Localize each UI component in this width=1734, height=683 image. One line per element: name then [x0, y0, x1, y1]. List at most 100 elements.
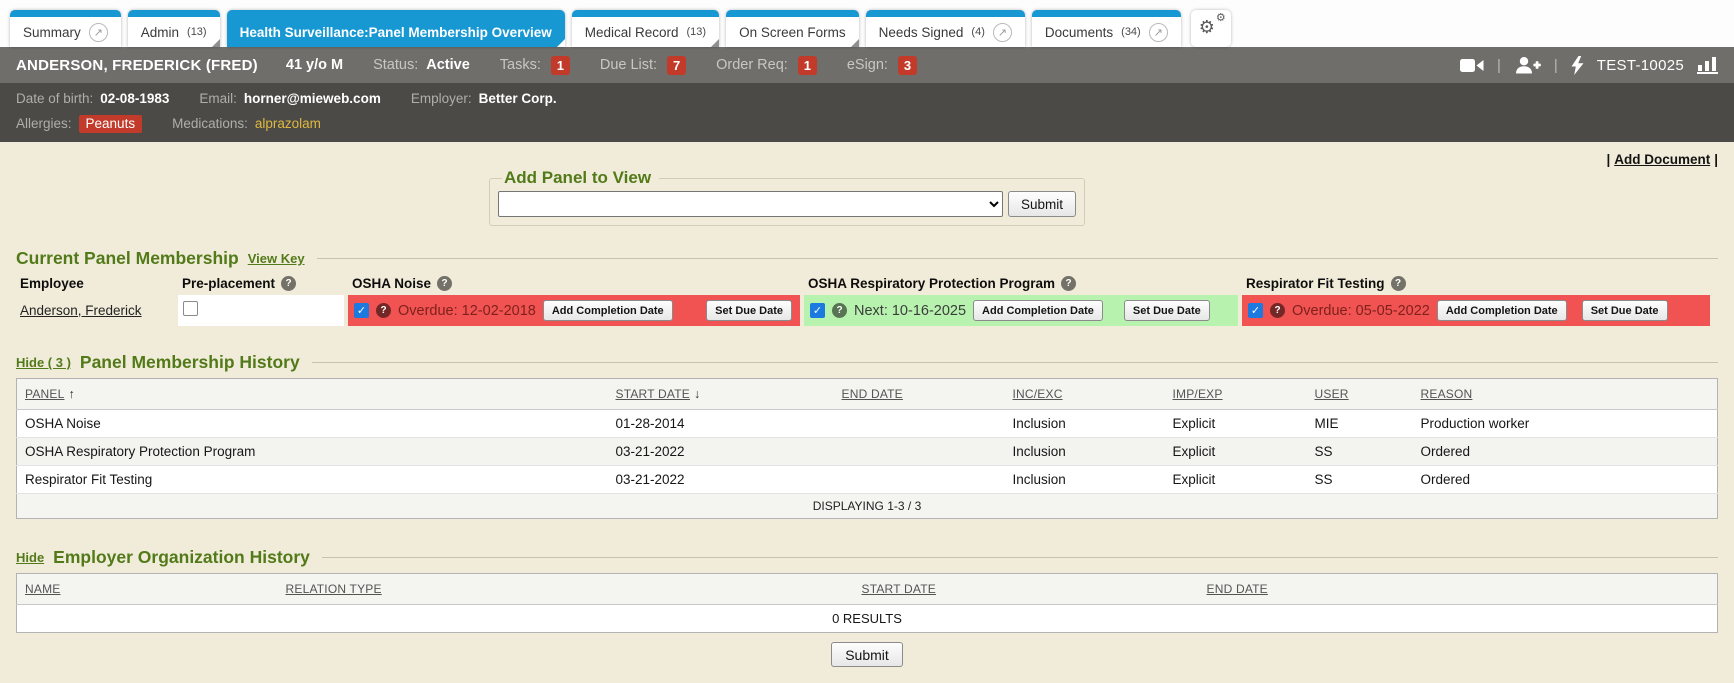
cell-end-date	[834, 466, 1005, 494]
esign-label: eSign:	[847, 57, 888, 73]
tab-admin[interactable]: Admin (13)	[128, 10, 220, 47]
lightning-bolt-icon[interactable]	[1571, 56, 1584, 75]
sort-end-date-link[interactable]: END DATE	[842, 387, 903, 401]
settings-gears-button[interactable]	[1191, 10, 1231, 47]
add-person-icon[interactable]	[1514, 56, 1541, 74]
tab-health-surveillance[interactable]: Health Surveillance:Panel Membership Ove…	[227, 10, 565, 47]
help-icon[interactable]	[1061, 276, 1076, 291]
order-req-label: Order Req:	[716, 57, 788, 73]
osha-noise-status-cell: Overdue: 12-02-2018 Add Completion Date …	[348, 295, 800, 326]
sort-relation-type-link[interactable]: RELATION TYPE	[286, 582, 382, 596]
sort-panel-link[interactable]: PANEL	[25, 387, 64, 401]
employer-history-table: NAME RELATION TYPE START DATE END DATE 0…	[16, 573, 1718, 633]
tab-health-surveillance-label: Health Surveillance:Panel Membership Ove…	[240, 25, 552, 40]
popout-icon[interactable]	[89, 23, 108, 42]
hide-employer-history-link[interactable]: Hide	[16, 550, 44, 565]
cell-panel: Respirator Fit Testing	[17, 466, 608, 494]
medications-value[interactable]: alprazolam	[255, 116, 321, 131]
tab-documents-label: Documents	[1045, 25, 1113, 40]
view-key-link[interactable]: View Key	[248, 251, 305, 266]
cell-start-date: 03-21-2022	[608, 466, 834, 494]
status-value: Active	[426, 57, 470, 73]
patient-bar-actions: | | TEST-10025	[1460, 56, 1718, 75]
help-icon[interactable]	[281, 276, 296, 291]
tab-documents[interactable]: Documents (34)	[1032, 10, 1181, 47]
sort-user-link[interactable]: USER	[1315, 387, 1349, 401]
add-document-row: |Add Document|	[1606, 152, 1718, 167]
employee-link[interactable]: Anderson, Frederick	[20, 303, 142, 318]
tab-needs-signed[interactable]: Needs Signed (4)	[866, 10, 1025, 47]
table-row: OSHA Respiratory Protection Program 03-2…	[17, 438, 1718, 466]
due-list-label: Due List:	[600, 57, 657, 73]
help-icon[interactable]	[437, 276, 452, 291]
add-document-link[interactable]: Add Document	[1614, 152, 1710, 167]
tab-summary[interactable]: Summary	[10, 10, 121, 47]
cell-start-date: 03-21-2022	[608, 438, 834, 466]
col-employee: Employee	[20, 276, 84, 291]
divider: |	[1554, 57, 1558, 74]
due-list-badge[interactable]: 7	[667, 56, 686, 75]
bottom-submit-button[interactable]: Submit	[831, 642, 903, 667]
tab-documents-count: (34)	[1121, 26, 1141, 38]
pre-placement-checkbox[interactable]	[183, 301, 198, 316]
osha-noise-checkbox[interactable]	[354, 303, 369, 318]
panel-history-section: Hide ( 3 ) Panel Membership History PANE…	[16, 352, 1718, 519]
fit-testing-status: Overdue: 05-05-2022	[1292, 303, 1430, 319]
resp-program-status: Next: 10-16-2025	[854, 303, 966, 319]
displaying-count: DISPLAYING 1-3 / 3	[17, 494, 1718, 519]
add-completion-date-button[interactable]: Add Completion Date	[1437, 300, 1567, 321]
order-req-badge[interactable]: 1	[798, 56, 817, 75]
allergy-badge[interactable]: Peanuts	[79, 115, 143, 133]
set-due-date-button[interactable]: Set Due Date	[706, 300, 792, 321]
esign-badge[interactable]: 3	[898, 56, 917, 75]
popout-icon[interactable]	[1149, 23, 1168, 42]
add-panel-submit-button[interactable]: Submit	[1008, 191, 1076, 217]
help-icon[interactable]	[1270, 303, 1285, 318]
sort-descending-icon[interactable]	[690, 385, 700, 402]
sort-inc-exc-link[interactable]: INC/EXC	[1013, 387, 1063, 401]
cell-imp-exp: Explicit	[1165, 410, 1307, 438]
video-camera-icon[interactable]	[1460, 58, 1484, 73]
sort-imp-exp-link[interactable]: IMP/EXP	[1173, 387, 1223, 401]
add-completion-date-button[interactable]: Add Completion Date	[543, 300, 673, 321]
bottom-submit-row: Submit	[0, 642, 1734, 667]
tab-medical-record-label: Medical Record	[585, 25, 679, 40]
table-row: Respirator Fit Testing 03-21-2022 Inclus…	[17, 466, 1718, 494]
help-icon[interactable]	[1391, 276, 1406, 291]
sort-start-date-link[interactable]: START DATE	[862, 582, 936, 596]
panel-select[interactable]	[498, 191, 1003, 217]
set-due-date-button[interactable]: Set Due Date	[1582, 300, 1668, 321]
tab-medical-record-count: (13)	[687, 26, 707, 38]
set-due-date-button[interactable]: Set Due Date	[1124, 300, 1210, 321]
employer-value: Better Corp.	[479, 91, 557, 106]
sort-end-date-link[interactable]: END DATE	[1207, 582, 1268, 596]
tab-on-screen-forms[interactable]: On Screen Forms	[726, 10, 859, 47]
help-icon[interactable]	[376, 303, 391, 318]
dob-label: Date of birth:	[16, 91, 93, 106]
hide-panel-history-link[interactable]: Hide ( 3 )	[16, 355, 71, 370]
table-footer-row: DISPLAYING 1-3 / 3	[17, 494, 1718, 519]
col-osha-noise: OSHA Noise	[352, 276, 431, 291]
add-completion-date-button[interactable]: Add Completion Date	[973, 300, 1103, 321]
resp-program-checkbox[interactable]	[810, 303, 825, 318]
fit-testing-status-cell: Overdue: 05-05-2022 Add Completion Date …	[1242, 295, 1710, 326]
current-panel-title: Current Panel Membership	[16, 248, 239, 269]
help-icon[interactable]	[832, 303, 847, 318]
sort-name-link[interactable]: NAME	[25, 582, 60, 596]
medications-label: Medications:	[172, 116, 248, 131]
tab-needs-signed-count: (4)	[971, 26, 984, 38]
tasks-badge[interactable]: 1	[551, 56, 570, 75]
cell-start-date: 01-28-2014	[608, 410, 834, 438]
popout-icon[interactable]	[993, 23, 1012, 42]
tab-admin-count: (13)	[187, 26, 207, 38]
tab-medical-record[interactable]: Medical Record (13)	[572, 10, 719, 47]
sort-ascending-icon[interactable]	[64, 385, 74, 402]
sort-reason-link[interactable]: REASON	[1421, 387, 1473, 401]
add-panel-fieldset: Add Panel to View Submit	[489, 168, 1085, 226]
fit-testing-checkbox[interactable]	[1248, 303, 1263, 318]
chart-icon[interactable]	[1697, 57, 1718, 74]
cell-inc-exc: Inclusion	[1005, 466, 1165, 494]
divider: |	[1497, 57, 1501, 74]
patient-details-row-1: Date of birth: 02-08-1983 Email: horner@…	[0, 86, 1734, 111]
sort-start-date-link[interactable]: START DATE	[616, 387, 690, 401]
